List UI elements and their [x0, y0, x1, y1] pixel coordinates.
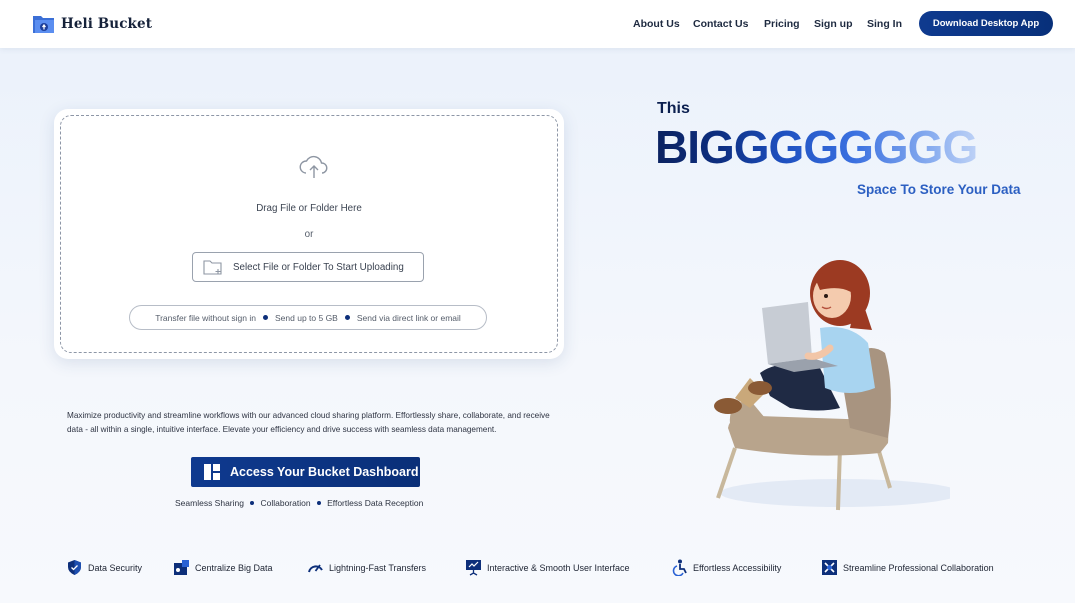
accessibility-icon — [672, 559, 687, 576]
top-navbar: Heli Bucket About Us Contact Us Pricing … — [0, 0, 1075, 48]
shield-icon — [68, 560, 81, 575]
feature-direct-link: Send via direct link or email — [356, 312, 461, 323]
upload-dropzone[interactable]: Drag File or Folder Here or Select File … — [60, 115, 558, 353]
sub-features-list: Seamless Sharing Collaboration Effortles… — [175, 498, 437, 508]
speedometer-icon — [308, 564, 323, 573]
hero-this: This — [657, 100, 690, 117]
upload-features-pill: Transfer file without sign in Send up to… — [129, 305, 487, 330]
bucket-logo-icon — [33, 16, 54, 33]
sub-feature-collaboration: Collaboration — [260, 498, 311, 508]
presentation-icon — [466, 560, 481, 576]
feature-accessibility: Effortless Accessibility — [671, 559, 781, 576]
collaboration-icon — [822, 560, 837, 575]
nav-contact-us[interactable]: Contact Us — [693, 18, 748, 30]
platform-description: Maximize productivity and streamline wor… — [67, 411, 550, 434]
nav-about-us[interactable]: About Us — [633, 18, 680, 30]
nav-pricing[interactable]: Pricing — [764, 18, 800, 30]
woman-laptop-chair-illustration — [714, 260, 950, 511]
feature-centralize-data: Centralize Big Data — [173, 559, 273, 576]
brand-name: Heli Bucket — [61, 16, 153, 32]
upload-card: Drag File or Folder Here or Select File … — [54, 109, 564, 359]
bullet-dot — [263, 315, 268, 320]
feature-interactive-ui: Interactive & Smooth User Interface — [465, 559, 630, 576]
access-dashboard-button[interactable]: Access Your Bucket Dashboard — [191, 457, 420, 487]
feature-label: Interactive & Smooth User Interface — [487, 562, 630, 573]
bullet-dot — [249, 500, 255, 506]
feature-data-security: Data Security — [66, 559, 142, 576]
or-separator: or — [304, 229, 314, 240]
feature-fast-transfers: Lightning-Fast Transfers — [307, 559, 426, 576]
download-desktop-app-button[interactable]: Download Desktop App — [919, 11, 1053, 36]
access-dashboard-label: Access Your Bucket Dashboard — [230, 465, 419, 479]
feature-label: Centralize Big Data — [195, 562, 273, 573]
select-file-folder-label: Select File or Folder To Start Uploading — [233, 261, 404, 273]
feature-collaboration: Streamline Professional Collaboration — [821, 559, 994, 576]
nav-sign-up[interactable]: Sign up — [814, 18, 853, 30]
sub-feature-sharing: Seamless Sharing — [175, 498, 244, 508]
nav-sign-in[interactable]: Sing In — [867, 18, 902, 30]
bullet-dot — [316, 500, 322, 506]
folder-add-icon — [203, 260, 222, 275]
sub-feature-reception: Effortless Data Reception — [327, 498, 424, 508]
cloud-upload-icon — [299, 155, 328, 178]
feature-5gb: Send up to 5 GB — [275, 312, 338, 323]
feature-no-signin: Transfer file without sign in — [155, 312, 256, 323]
feature-label: Streamline Professional Collaboration — [843, 562, 994, 573]
brand-logo[interactable]: Heli Bucket — [32, 12, 152, 36]
drag-drop-text: Drag File or Folder Here — [256, 203, 362, 214]
select-file-folder-button[interactable]: Select File or Folder To Start Uploading — [192, 252, 424, 282]
bottom-features-bar: Data Security Centralize Big Data Lightn… — [0, 556, 1075, 582]
feature-label: Data Security — [88, 562, 143, 573]
hero-tagline: Space To Store Your Data — [857, 182, 1021, 197]
bullet-dot — [344, 315, 350, 320]
feature-label: Effortless Accessibility — [693, 562, 782, 573]
data-icon — [174, 560, 189, 575]
dashboard-icon — [204, 464, 220, 480]
hero-big-headline: BIGGGGGGGG — [655, 124, 1015, 170]
feature-label: Lightning-Fast Transfers — [329, 562, 427, 573]
